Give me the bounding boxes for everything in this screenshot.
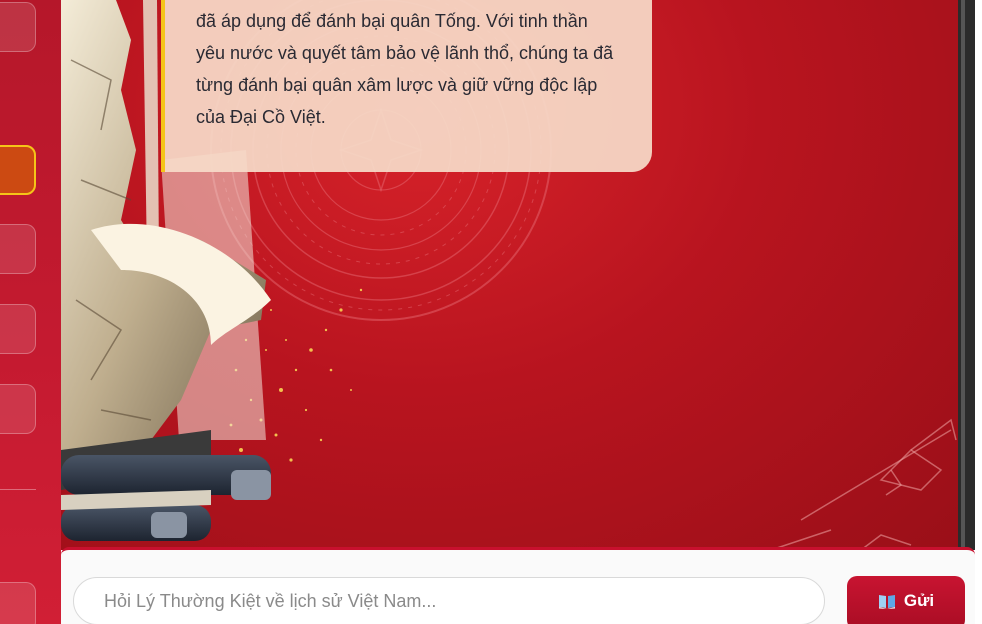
assistant-message-bubble: đã áp dụng để đánh bại quân Tống. Với ti… [161,0,652,172]
sidebar-button-6[interactable] [0,582,36,624]
message-line: từng đánh bại quân xâm lược và giữ vững … [196,75,598,95]
book-icon [878,595,895,609]
sidebar-button-1[interactable] [0,2,36,52]
scrollbar-thumb[interactable] [961,0,965,550]
sidebar [0,0,61,624]
sidebar-divider [0,489,36,490]
sidebar-button-4[interactable] [0,304,36,354]
chat-input[interactable] [73,577,825,624]
send-button[interactable]: Gửi [847,576,965,624]
sidebar-button-active[interactable] [0,145,36,195]
window-edge [975,0,982,624]
corner-ornament [770,418,957,550]
assistant-message-text: đã áp dụng để đánh bại quân Tống. Với ti… [196,5,630,133]
message-line: đã áp dụng để đánh bại quân Tống. Với ti… [196,11,588,31]
chat-input-bar: Gửi [61,547,975,624]
message-line: yêu nước và quyết tâm bảo vệ lãnh thổ, c… [196,43,614,63]
send-button-label: Gửi [903,591,935,610]
sidebar-button-5[interactable] [0,384,36,434]
message-line: của Đại Cồ Việt. [196,107,326,127]
sidebar-button-3[interactable] [0,224,36,274]
